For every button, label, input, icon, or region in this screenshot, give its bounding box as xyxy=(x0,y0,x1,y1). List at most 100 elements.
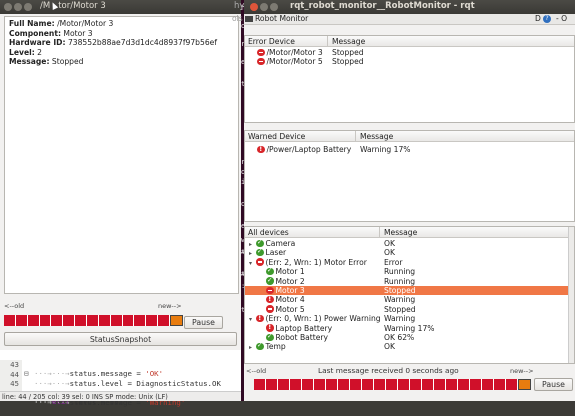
expand-arrow-icon[interactable]: ▾ xyxy=(249,260,256,267)
timeline-segment[interactable] xyxy=(290,379,302,390)
pause-button[interactable]: Pause xyxy=(534,378,573,391)
maximize-icon[interactable] xyxy=(24,3,32,11)
device-name: Motor 3 xyxy=(275,286,305,295)
nav-old-label[interactable]: <--old xyxy=(4,302,24,310)
timeline-segment[interactable] xyxy=(518,379,531,390)
table-row[interactable]: Robot Battery OK 62% xyxy=(245,332,574,342)
table-row[interactable]: /Motor/Motor 5 Stopped xyxy=(245,57,574,66)
column-header[interactable]: Warned Device xyxy=(248,132,305,141)
timeline-segment[interactable] xyxy=(458,379,470,390)
timeline-segment[interactable] xyxy=(98,315,111,326)
table-row[interactable]: /Power/Laptop Battery Warning 17% xyxy=(245,145,574,154)
expand-arrow-icon[interactable]: ▸ xyxy=(249,241,256,248)
timeline-segment[interactable] xyxy=(494,379,506,390)
table-row[interactable]: /Motor/Motor 3 Stopped xyxy=(245,48,574,57)
timeline-segment[interactable] xyxy=(374,379,386,390)
snapshot-window-title: /M tor/Motor 3 xyxy=(40,1,106,11)
table-row[interactable]: ▸ Camera OK xyxy=(245,238,574,248)
device-message: OK xyxy=(384,239,395,248)
table-row[interactable]: Motor 5 Stopped xyxy=(245,305,574,314)
column-header[interactable]: Message xyxy=(384,228,417,237)
timeline-segment[interactable] xyxy=(170,315,183,326)
timeline-segment[interactable] xyxy=(506,379,518,390)
timeline-segment[interactable] xyxy=(446,379,458,390)
maximize-icon[interactable] xyxy=(270,3,278,11)
table-row[interactable]: ▾ (Err: 0, Wrn: 1) Power WarningWarning xyxy=(245,314,574,323)
timeline-segment[interactable] xyxy=(27,315,40,326)
timeline-segment[interactable] xyxy=(386,379,398,390)
timeline-segment[interactable] xyxy=(63,315,76,326)
timeline-segment[interactable] xyxy=(134,315,147,326)
timeline-segment[interactable] xyxy=(87,315,99,326)
timeline-segment[interactable] xyxy=(470,379,482,390)
timeline-segment[interactable] xyxy=(302,379,314,390)
status-snapshot-button[interactable]: StatusSnapshot xyxy=(4,332,237,346)
timeline-segment[interactable] xyxy=(158,315,171,326)
plugin-dock-button[interactable]: D xyxy=(535,14,541,23)
timeline-segment[interactable] xyxy=(15,315,28,326)
timeline-segment[interactable] xyxy=(434,379,446,390)
scrollbar[interactable] xyxy=(568,227,574,363)
nav-new-label[interactable]: new--> xyxy=(510,367,534,375)
table-row[interactable]: Motor 2 Running xyxy=(245,276,574,286)
table-row[interactable]: Motor 3 Stopped xyxy=(245,286,574,296)
pause-button[interactable]: Pause xyxy=(184,316,223,329)
code-editor[interactable]: 43 ···→···→status.message = 'OK' 44 ···→… xyxy=(0,350,241,407)
expand-arrow-icon[interactable]: ▸ xyxy=(249,250,256,257)
error-icon xyxy=(266,305,274,313)
timeline-segment[interactable] xyxy=(75,315,88,326)
column-header[interactable]: Message xyxy=(332,37,365,46)
table-row[interactable]: ▸ Laser OK xyxy=(245,247,574,257)
timeline-segment[interactable] xyxy=(254,379,266,390)
timeline-segment[interactable] xyxy=(51,315,64,326)
table-row[interactable]: ▸ Temp OK xyxy=(245,341,574,351)
table-row[interactable]: Laptop Battery Warning 17% xyxy=(245,323,574,333)
device-name: Laptop Battery xyxy=(275,323,333,333)
device-name: (Err: 0, Wrn: 1) Power Warning xyxy=(265,314,381,324)
nav-new-label[interactable]: new--> xyxy=(158,302,182,310)
timeline-segment[interactable] xyxy=(4,315,16,326)
status-timeline[interactable] xyxy=(254,379,531,390)
warning-icon xyxy=(257,145,265,153)
behind-window-title: hy xyxy=(234,1,245,11)
close-icon[interactable] xyxy=(250,3,258,11)
fold-marker-icon[interactable]: ⊟ xyxy=(24,369,28,378)
minimize-icon[interactable] xyxy=(260,3,268,11)
timeline-segment[interactable] xyxy=(398,379,410,390)
expand-arrow-icon[interactable]: ▾ xyxy=(249,316,256,323)
column-header[interactable]: Error Device xyxy=(248,37,295,46)
timeline-segment[interactable] xyxy=(350,379,362,390)
column-header[interactable]: All devices xyxy=(248,228,289,237)
error-icon xyxy=(257,57,265,66)
timeline-segment[interactable] xyxy=(410,379,422,390)
timeline-segment[interactable] xyxy=(362,379,374,390)
help-icon[interactable]: ? xyxy=(543,15,551,23)
timeline-segment[interactable] xyxy=(326,379,338,390)
ok-icon xyxy=(256,238,264,247)
timeline-segment[interactable] xyxy=(314,379,326,390)
timeline-segment[interactable] xyxy=(278,379,290,390)
timeline-segment[interactable] xyxy=(122,315,135,326)
ok-icon xyxy=(266,332,274,341)
close-icon[interactable] xyxy=(4,3,12,11)
panel-splitter[interactable] xyxy=(244,124,575,127)
ok-icon xyxy=(266,266,274,276)
table-row[interactable]: ▾ (Err: 2, Wrn: 1) Motor Error Error xyxy=(245,258,574,267)
column-header[interactable]: Message xyxy=(360,132,393,141)
minimize-icon[interactable] xyxy=(14,3,22,11)
timeline-segment[interactable] xyxy=(482,379,494,390)
expand-arrow-icon[interactable]: ▸ xyxy=(249,344,256,351)
timeline-segment[interactable] xyxy=(422,379,434,390)
status-timeline[interactable] xyxy=(4,315,183,326)
timeline-segment[interactable] xyxy=(338,379,350,390)
error-device-panel: Error Device Message /Motor/Motor 3 Stopp… xyxy=(244,35,575,123)
plugin-close-controls[interactable]: - O xyxy=(556,14,567,23)
table-row[interactable]: Motor 4 Warning xyxy=(245,295,574,304)
timeline-segment[interactable] xyxy=(266,379,278,390)
timeline-segment[interactable] xyxy=(39,315,52,326)
table-row[interactable]: Motor 1 Running xyxy=(245,266,574,276)
detail-line: Message: Stopped xyxy=(9,57,234,67)
nav-old-label[interactable]: <--old xyxy=(246,367,266,375)
timeline-segment[interactable] xyxy=(110,315,123,326)
timeline-segment[interactable] xyxy=(146,315,159,326)
